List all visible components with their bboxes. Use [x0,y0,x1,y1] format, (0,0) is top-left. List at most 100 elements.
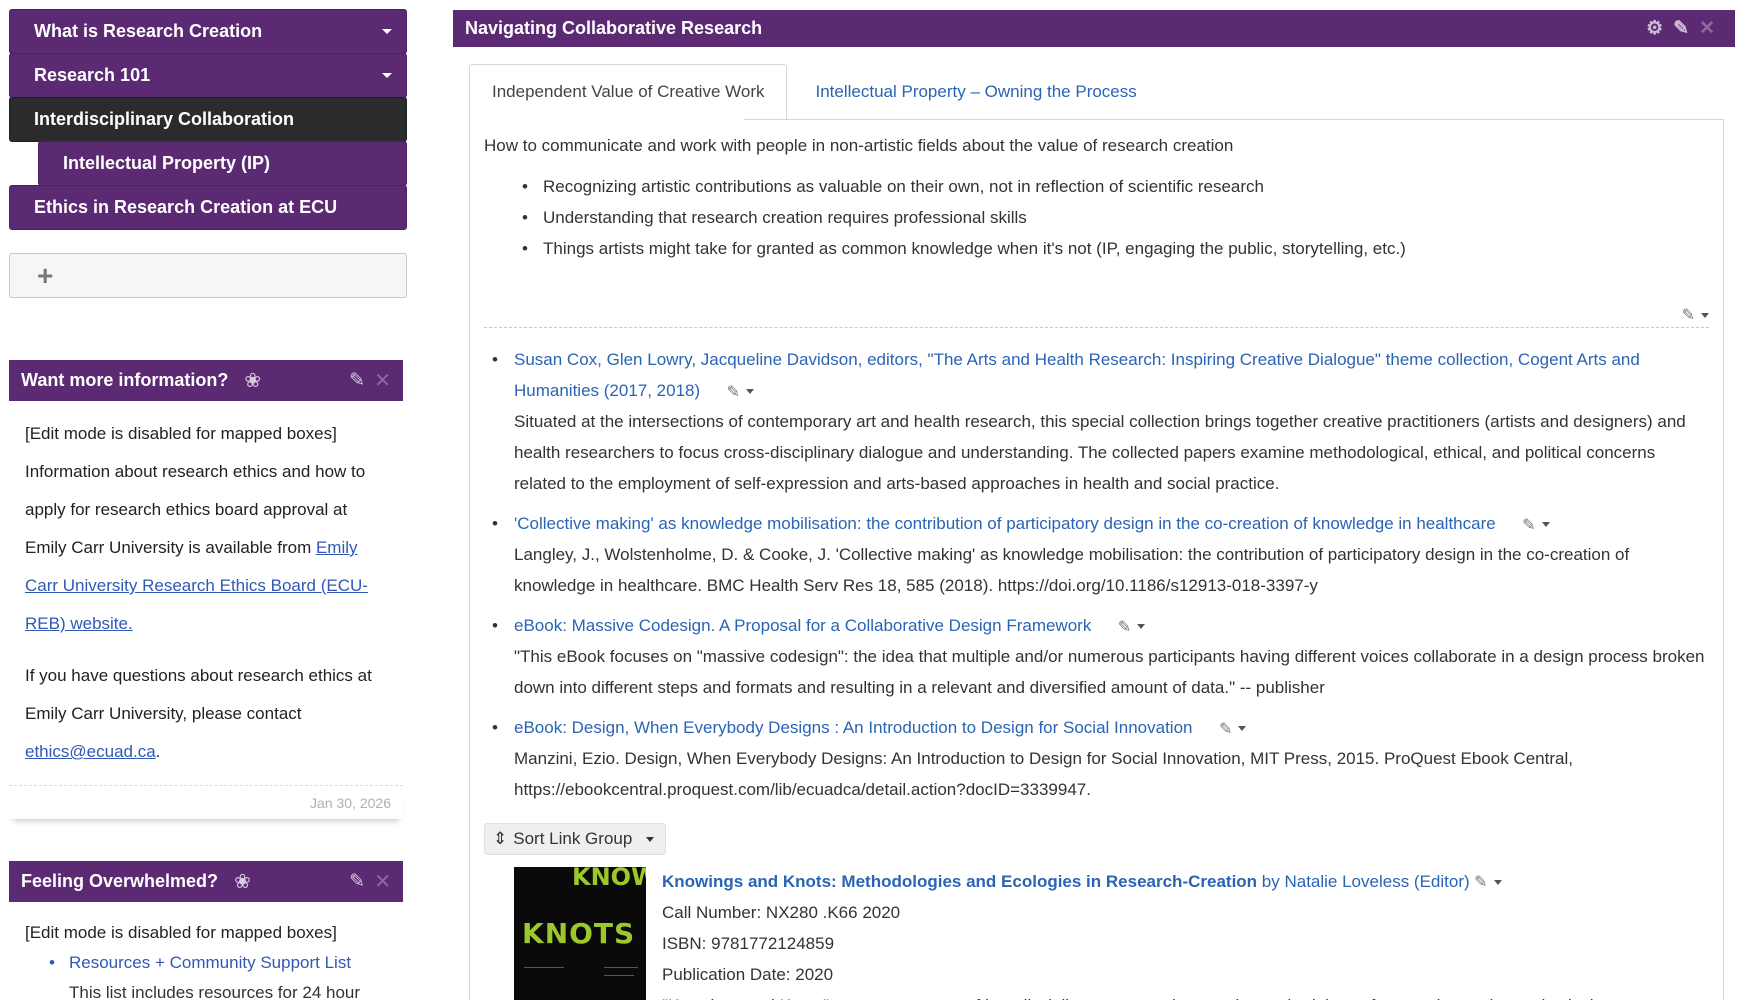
info-box-feeling-overwhelmed: Feeling Overwhelmed? ❀ ✎ ✕ [Edit mode is… [9,861,403,1000]
chevron-down-icon [1541,522,1550,528]
mapped-box-icon: ❀ [234,871,251,893]
edit-link-control[interactable]: ✎ [1117,617,1146,637]
divider [1723,119,1724,1000]
link-item: 'Collective making' as knowledge mobilis… [492,508,1709,601]
nav-item-what-is-research-creation[interactable]: What is Research Creation [9,9,407,54]
book-author: by Natalie Loveless (Editor) [1257,872,1470,891]
edit-link-control[interactable]: ✎ [726,382,755,402]
book-details: Knowings and Knots: Methodologies and Ec… [662,867,1709,1000]
pencil-icon[interactable]: ✎ [1673,18,1699,39]
link-title[interactable]: 'Collective making' as knowledge mobilis… [514,514,1496,533]
contact-paragraph: If you have questions about research eth… [25,657,387,771]
list-item: Recognizing artistic contributions as va… [522,171,1709,202]
pencil-icon[interactable]: ✎ [349,369,365,392]
chevron-down-icon [1238,726,1247,732]
edit-link-control[interactable]: ✎ [1522,515,1550,535]
edit-mode-note: [Edit mode is disabled for mapped boxes] [25,923,337,942]
publication-date: Publication Date: 2020 [662,965,834,984]
link-title[interactable]: Susan Cox, Glen Lowry, Jacqueline Davids… [514,350,1640,400]
ethics-email-link[interactable]: ethics@ecuad.ca [25,742,156,761]
book-title-link[interactable]: Knowings and Knots: Methodologies and Ec… [662,872,1257,891]
nav-item-label: Ethics in Research Creation at ECU [34,197,338,217]
link-item: Susan Cox, Glen Lowry, Jacqueline Davids… [492,344,1709,499]
plus-icon: + [37,259,54,291]
nav-item-research-101[interactable]: Research 101 [9,53,407,98]
tab-content: How to communicate and work with people … [484,135,1709,1000]
cover-title-text: KNOTS [522,917,636,950]
book-title-row: Knowings and Knots: Methodologies and Ec… [662,867,1709,897]
close-icon[interactable]: ✕ [374,368,391,393]
edit-icon: ✎ [1117,618,1132,636]
link-title[interactable]: eBook: Design, When Everybody Designs : … [514,718,1193,737]
close-icon[interactable]: ✕ [374,869,391,894]
list-item: Resources + Community Support List This … [49,948,387,1000]
link-description: "This eBook focuses on "massive codesign… [514,647,1705,697]
divider [469,119,470,1000]
sort-link-group-button[interactable]: ⇕ Sort Link Group [484,823,666,855]
nav-subitem-intellectual-property[interactable]: Intellectual Property (IP) [38,141,407,186]
box-title: Feeling Overwhelmed? [21,871,219,891]
isbn: ISBN: 9781772124859 [662,934,835,953]
close-icon[interactable]: ✕ [1699,18,1725,39]
contact-text: If you have questions about research eth… [25,666,372,723]
link-list: Susan Cox, Glen Lowry, Jacqueline Davids… [484,335,1709,805]
info-box-more-information: Want more information? ❀ ✎ ✕ [Edit mode … [9,360,403,819]
edit-icon: ✎ [1474,874,1488,891]
link-item: eBook: Design, When Everybody Designs : … [492,712,1709,805]
tab-intellectual-property[interactable]: Intellectual Property – Owning the Proce… [787,64,1158,120]
edit-content-control[interactable]: ✎ [1682,305,1709,325]
link-description: Langley, J., Wolstenholme, D. & Cooke, J… [514,545,1630,595]
chevron-down-icon [1137,624,1146,630]
box-updated-date: Jan 30, 2026 [9,785,403,819]
tab-independent-value[interactable]: Independent Value of Creative Work [469,64,788,120]
link-description: Situated at the intersections of contemp… [514,412,1686,493]
chevron-down-icon [1493,879,1502,885]
sort-label: Sort Link Group [513,829,633,848]
info-paragraph: Information about research ethics and ho… [25,453,387,643]
edit-icon: ✎ [726,383,741,401]
info-text: Information about research ethics and ho… [25,462,366,557]
tab-bar: Independent Value of Creative Work Intel… [469,64,1159,120]
cover-vertical-text: KNOWIN [572,867,646,891]
edit-icon: ✎ [1218,720,1233,738]
nav-item-interdisciplinary-collaboration[interactable]: Interdisciplinary Collaboration [9,97,407,142]
call-number: Call Number: NX280 .K66 2020 [662,903,901,922]
divider [744,119,1724,120]
list-item: Understanding that research creation req… [522,202,1709,233]
pencil-icon[interactable]: ✎ [349,870,365,893]
chevron-down-icon [1701,312,1709,318]
link-item: eBook: Massive Codesign. A Proposal for … [492,610,1709,703]
nav-item-ethics[interactable]: Ethics in Research Creation at ECU [9,185,407,230]
main-box-header: Navigating Collaborative Research ⚙✎✕ [453,10,1735,47]
add-page-button[interactable]: + [9,253,407,298]
divider [484,327,1709,328]
main-box-title: Navigating Collaborative Research [465,18,763,38]
nav-item-label: Intellectual Property (IP) [63,153,271,173]
box-header: Feeling Overwhelmed? ❀ ✎ ✕ [9,861,403,902]
edit-mode-note: [Edit mode is disabled for mapped boxes] [25,424,337,443]
chevron-down-icon[interactable] [382,29,392,34]
book-description: "Knowings and Knots" presents a range of… [662,990,1709,1000]
sort-icon: ⇕ [493,829,508,848]
nav-item-label: What is Research Creation [34,21,263,41]
resources-link[interactable]: Resources + Community Support List [69,953,351,972]
resource-description: This list includes resources for 24 hour [69,983,361,1000]
resource-list: Resources + Community Support List This … [25,948,387,1000]
gear-icon[interactable]: ⚙ [1646,18,1673,39]
nav-item-label: Interdisciplinary Collaboration [34,109,295,129]
box-header-icons: ⚙✎✕ [1646,17,1725,40]
main-box: Navigating Collaborative Research ⚙✎✕ In… [453,10,1735,1000]
edit-link-control[interactable]: ✎ [1218,719,1247,739]
book-cover-image[interactable]: KNOWIN KNOTS [514,867,646,1000]
bullet-list: Recognizing artistic contributions as va… [484,171,1709,264]
chevron-down-icon[interactable] [382,73,392,78]
edit-book-control[interactable]: ✎ [1474,872,1502,892]
nav-item-label: Research 101 [34,65,151,85]
link-title[interactable]: eBook: Massive Codesign. A Proposal for … [514,616,1091,635]
box-body: [Edit mode is disabled for mapped boxes]… [9,902,403,1000]
box-header: Want more information? ❀ ✎ ✕ [9,360,403,401]
punctuation: . [155,742,161,761]
edit-icon: ✎ [1522,516,1536,534]
chevron-down-icon [746,389,755,395]
intro-text: How to communicate and work with people … [484,136,1234,155]
